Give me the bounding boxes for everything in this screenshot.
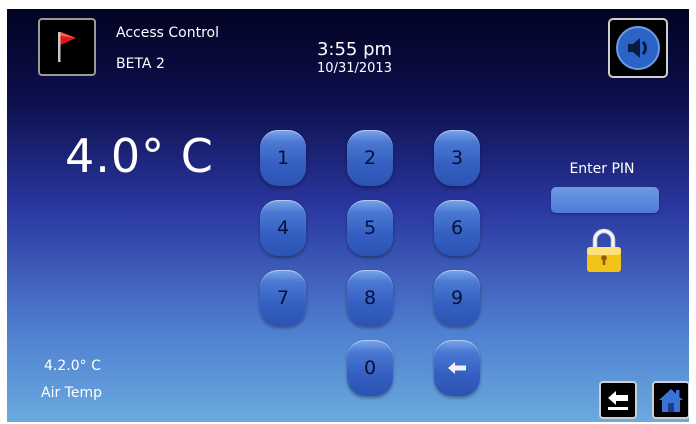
home-icon: [659, 389, 683, 412]
pin-input[interactable]: [551, 187, 659, 213]
thermostat-screen: Access Control BETA 2 3:55 pm 10/31/2013…: [7, 9, 689, 422]
key-6[interactable]: 6: [434, 200, 480, 256]
back-button[interactable]: [599, 381, 637, 419]
key-0[interactable]: 0: [347, 340, 393, 396]
clock-date: 10/31/2013: [317, 61, 392, 76]
app-title: Access Control: [116, 25, 219, 41]
air-temp-label: Air Temp: [41, 385, 102, 401]
sound-button[interactable]: [608, 18, 668, 78]
back-arrow-icon: [608, 391, 628, 410]
alarm-flag-button[interactable]: [38, 18, 96, 76]
backspace-key[interactable]: [434, 340, 480, 396]
air-temp-value: 4.2.0° C: [44, 358, 101, 374]
speaker-icon: [616, 26, 660, 70]
padlock-icon: [587, 228, 621, 272]
key-7[interactable]: 7: [260, 270, 306, 326]
key-8[interactable]: 8: [347, 270, 393, 326]
clock-time: 3:55 pm: [316, 39, 393, 60]
key-2[interactable]: 2: [347, 130, 393, 186]
setpoint-temperature: 4.0° C: [65, 129, 214, 183]
enter-pin-label: Enter PIN: [569, 161, 635, 177]
key-1[interactable]: 1: [260, 130, 306, 186]
key-5[interactable]: 5: [347, 200, 393, 256]
unit-name: BETA 2: [116, 56, 165, 72]
backspace-arrow-icon: [448, 362, 466, 374]
home-button[interactable]: [652, 381, 689, 419]
red-flag-icon: [58, 32, 76, 62]
key-3[interactable]: 3: [434, 130, 480, 186]
key-9[interactable]: 9: [434, 270, 480, 326]
key-4[interactable]: 4: [260, 200, 306, 256]
